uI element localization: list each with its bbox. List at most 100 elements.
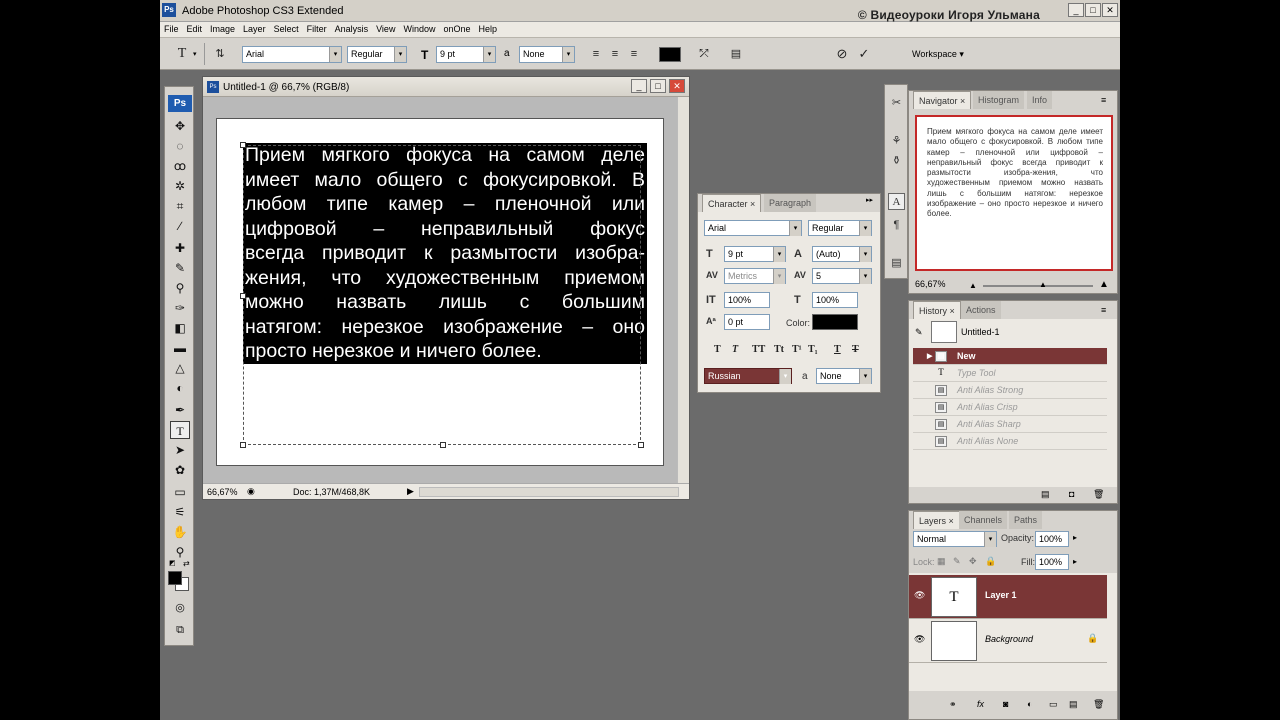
- layer-row-layer-1[interactable]: 👁 T Layer 1: [909, 575, 1107, 619]
- blend-mode-select[interactable]: Normal ▾: [913, 531, 997, 547]
- lock-position-icon[interactable]: ✥: [969, 556, 977, 567]
- font-style-select[interactable]: Regular ▾: [347, 46, 407, 63]
- marquee-tool-icon[interactable]: ◌: [170, 137, 190, 155]
- char-font-size-select[interactable]: 9 pt ▾: [724, 246, 786, 262]
- faux-italic-button[interactable]: T: [732, 344, 738, 355]
- snapshot-brush-icon[interactable]: ✎: [915, 327, 923, 338]
- dodge-tool-icon[interactable]: ◐: [170, 379, 190, 397]
- history-item-aa-crisp[interactable]: ▤ Anti Alias Crisp: [913, 399, 1107, 416]
- eraser-tool-icon[interactable]: ◧: [170, 319, 190, 337]
- align-right-icon[interactable]: ≡: [626, 46, 642, 62]
- zoom-slider-thumb-icon[interactable]: ▲: [1039, 280, 1047, 289]
- new-layer-icon[interactable]: ▤: [1069, 699, 1078, 710]
- panel-menu-icon[interactable]: ≡: [1101, 95, 1106, 105]
- menu-view[interactable]: View: [372, 22, 399, 34]
- navigator-preview[interactable]: Прием мягкого фокуса на самом деле имеет…: [915, 115, 1113, 271]
- blur-tool-icon[interactable]: △: [170, 359, 190, 377]
- new-group-icon[interactable]: ▭: [1049, 699, 1058, 710]
- brush-tool-icon[interactable]: ✎: [170, 259, 190, 277]
- screen-mode-icon[interactable]: ⧉: [170, 621, 190, 639]
- magic-wand-tool-icon[interactable]: ✲: [170, 177, 190, 195]
- zoom-out-icon[interactable]: ▲: [969, 281, 977, 290]
- history-item-aa-strong[interactable]: ▤ Anti Alias Strong: [913, 382, 1107, 399]
- character-panel-icon[interactable]: A: [888, 193, 905, 210]
- close-icon[interactable]: ×: [750, 199, 755, 209]
- bbox-handle[interactable]: [638, 442, 644, 448]
- pen-tool-icon[interactable]: ✒: [170, 401, 190, 419]
- custom-shape-icon[interactable]: ✿: [170, 461, 190, 479]
- new-snapshot-icon[interactable]: ◘: [1069, 489, 1074, 499]
- tab-character[interactable]: Character ×: [702, 194, 762, 212]
- subscript-button[interactable]: T₁: [808, 344, 818, 355]
- menu-image[interactable]: Image: [206, 22, 239, 34]
- snapshot-thumbnail[interactable]: [931, 321, 957, 343]
- doc-minimize-button[interactable]: _: [631, 79, 647, 93]
- menu-layer[interactable]: Layer: [239, 22, 270, 34]
- small-caps-button[interactable]: Tt: [774, 344, 784, 355]
- bbox-handle[interactable]: [440, 442, 446, 448]
- visibility-eye-icon[interactable]: 👁: [914, 590, 925, 601]
- status-info-icon[interactable]: ◉: [247, 486, 255, 497]
- workspace-menu[interactable]: Workspace ▾: [912, 49, 964, 60]
- doc-maximize-button[interactable]: □: [650, 79, 666, 93]
- tab-actions[interactable]: Actions: [961, 301, 1001, 319]
- menu-analysis[interactable]: Analysis: [331, 22, 373, 34]
- char-antialias-select[interactable]: None ▾: [816, 368, 872, 384]
- doc-close-button[interactable]: ✕: [669, 79, 685, 93]
- commit-edit-icon[interactable]: ✓: [856, 46, 872, 62]
- menu-window[interactable]: Window: [399, 22, 439, 34]
- superscript-button[interactable]: T¹: [792, 344, 802, 355]
- history-item-type-tool[interactable]: T Type Tool: [913, 365, 1107, 382]
- history-item-aa-none[interactable]: ▤ Anti Alias None: [913, 433, 1107, 450]
- bbox-handle[interactable]: [240, 142, 246, 148]
- slice-tool-icon[interactable]: ∕: [170, 217, 190, 235]
- menu-file[interactable]: File: [160, 22, 183, 34]
- brushes-icon[interactable]: ⚘: [888, 133, 905, 150]
- clone-source-icon[interactable]: ⚱: [888, 153, 905, 170]
- toggle-orientation-icon[interactable]: ⇅: [212, 46, 228, 62]
- tab-histogram[interactable]: Histogram: [973, 91, 1025, 109]
- lock-transparency-icon[interactable]: ▦: [937, 556, 946, 567]
- close-icon[interactable]: ×: [960, 96, 965, 106]
- type-tool-icon[interactable]: T: [170, 421, 190, 439]
- zoom-in-icon[interactable]: ▲: [1099, 279, 1109, 290]
- char-font-style-select[interactable]: Regular ▾: [808, 220, 872, 236]
- tab-paragraph[interactable]: Paragraph: [764, 194, 817, 212]
- lasso-tool-icon[interactable]: ꝏ: [170, 157, 190, 175]
- opacity-field[interactable]: 100%: [1035, 531, 1069, 547]
- menu-edit[interactable]: Edit: [183, 22, 207, 34]
- language-select[interactable]: Russian ▾: [704, 368, 792, 384]
- text-color-swatch[interactable]: [659, 47, 681, 62]
- menu-help[interactable]: Help: [475, 22, 502, 34]
- status-menu-arrow-icon[interactable]: ▶: [407, 486, 414, 497]
- tab-history[interactable]: History ×: [913, 301, 961, 319]
- path-selection-icon[interactable]: ➤: [170, 441, 190, 459]
- panel-collapse-icon[interactable]: ▸▸: [866, 196, 873, 204]
- cancel-edit-icon[interactable]: ⊘: [834, 46, 850, 62]
- leading-select[interactable]: (Auto) ▾: [812, 246, 872, 262]
- horizontal-scale-field[interactable]: 100%: [812, 292, 858, 308]
- layer-name[interactable]: Background: [985, 634, 1033, 644]
- history-brush-icon[interactable]: ✑: [170, 299, 190, 317]
- lock-image-icon[interactable]: ✎: [953, 556, 961, 567]
- layer-row-background[interactable]: 👁 Background 🔒: [909, 619, 1107, 663]
- bbox-handle[interactable]: [240, 442, 246, 448]
- align-center-icon[interactable]: ≡: [607, 46, 623, 62]
- layer-style-icon[interactable]: fx: [977, 699, 984, 709]
- minimize-button[interactable]: _: [1068, 3, 1084, 17]
- history-item-aa-sharp[interactable]: ▤ Anti Alias Sharp: [913, 416, 1107, 433]
- vertical-scrollbar[interactable]: [677, 97, 689, 483]
- tab-channels[interactable]: Channels: [959, 511, 1008, 529]
- hand-tool-icon[interactable]: ✋: [170, 523, 190, 541]
- fill-slider-icon[interactable]: ▸: [1073, 557, 1077, 566]
- warp-text-icon[interactable]: ⤱: [696, 46, 712, 62]
- horizontal-scrollbar[interactable]: [419, 487, 679, 497]
- healing-brush-icon[interactable]: ✚: [170, 239, 190, 257]
- adjustment-layer-icon[interactable]: ◐: [1027, 699, 1032, 709]
- tab-layers[interactable]: Layers ×: [913, 511, 960, 529]
- toggle-panels-icon[interactable]: ▤: [728, 46, 744, 62]
- kerning-select[interactable]: Metrics ▾: [724, 268, 786, 284]
- close-icon[interactable]: ×: [950, 306, 955, 316]
- maximize-button[interactable]: □: [1085, 3, 1101, 17]
- notes-tool-icon[interactable]: ▭: [170, 483, 190, 501]
